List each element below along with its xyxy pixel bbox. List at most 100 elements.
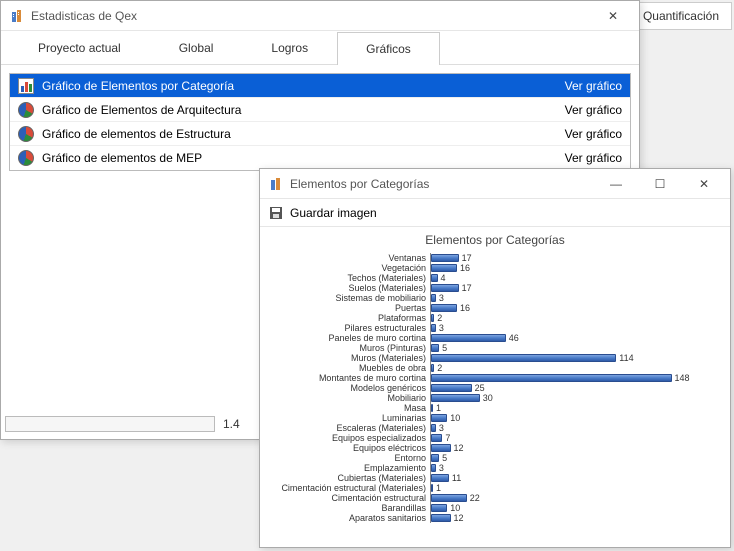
chart-bar bbox=[431, 254, 459, 262]
progress-bar bbox=[5, 416, 215, 432]
chart-bar bbox=[431, 484, 433, 492]
chart-bar bbox=[431, 304, 457, 312]
list-item[interactable]: Gráfico de elementos de EstructuraVer gr… bbox=[10, 122, 630, 146]
chart-category-label: Equipos eléctricos bbox=[268, 443, 430, 453]
maximize-icon: ☐ bbox=[655, 177, 666, 191]
chart-bar bbox=[431, 364, 434, 372]
chart-bar-value: 22 bbox=[470, 493, 480, 503]
chart-bar-row: Equipos eléctricos12 bbox=[268, 443, 722, 453]
close-icon: ✕ bbox=[699, 177, 709, 191]
chart-bar-value: 3 bbox=[439, 293, 444, 303]
chart-bar-row: Modelos genéricos 25 bbox=[268, 383, 722, 393]
tab-logros[interactable]: Logros bbox=[242, 31, 337, 64]
chart-category-label: Luminarias bbox=[268, 413, 430, 423]
chart-title: Elementos por Categorías bbox=[268, 233, 722, 247]
chart-bar bbox=[431, 434, 442, 442]
list-item[interactable]: Gráfico de elementos de MEP Ver gráfico bbox=[10, 146, 630, 170]
app-icon bbox=[268, 176, 284, 192]
close-button[interactable]: ✕ bbox=[591, 1, 635, 31]
chart-category-label: Emplazamiento bbox=[268, 463, 430, 473]
chart-bar-row: Ventanas17 bbox=[268, 253, 722, 263]
chart-bar-value: 3 bbox=[439, 463, 444, 473]
list-item-label: Gráfico de Elementos por Categoría bbox=[42, 79, 549, 93]
chart-bar-row: Suelos (Materiales)17 bbox=[268, 283, 722, 293]
background-tab-label: Quantificación bbox=[643, 9, 719, 23]
chart-bar-row: Luminarias 10 bbox=[268, 413, 722, 423]
chart-bar bbox=[431, 514, 451, 522]
tab-global[interactable]: Global bbox=[150, 31, 243, 64]
chart-bar bbox=[431, 414, 447, 422]
chart-category-label: Plataformas bbox=[268, 313, 430, 323]
bar-chart-icon bbox=[18, 78, 34, 94]
chart-bars: Ventanas17Vegetación16Techos (Materiales… bbox=[268, 253, 722, 523]
chart-bar-row: Cimentación estructural (Materiales)1 bbox=[268, 483, 722, 493]
chart-bar-row: Masa 1 bbox=[268, 403, 722, 413]
chart-bar-value: 1 bbox=[436, 483, 441, 493]
chart-bar bbox=[431, 494, 467, 502]
chart-bar bbox=[431, 474, 449, 482]
chart-bar bbox=[431, 404, 433, 412]
chart-category-label: Puertas bbox=[268, 303, 430, 313]
chart-bar bbox=[431, 444, 451, 452]
chart-bar-value: 1 bbox=[436, 403, 441, 413]
chart-bar-value: 12 bbox=[454, 513, 464, 523]
chart-titlebar: Elementos por Categorías — ☐ ✕ bbox=[260, 169, 730, 199]
chart-category-label: Paneles de muro cortina bbox=[268, 333, 430, 343]
list-item[interactable]: Gráfico de Elementos por Categoría Ver gr… bbox=[10, 74, 630, 98]
chart-bar-row: Cimentación estructural 22 bbox=[268, 493, 722, 503]
chart-category-label: Muros (Pinturas) bbox=[268, 343, 430, 353]
chart-bar-row: Emplazamiento 3 bbox=[268, 463, 722, 473]
chart-category-label: Muros (Materiales) bbox=[268, 353, 430, 363]
chart-category-label: Mobiliario bbox=[268, 393, 430, 403]
chart-bar-value: 148 bbox=[675, 373, 690, 383]
minimize-button[interactable]: — bbox=[594, 169, 638, 199]
chart-category-label: Suelos (Materiales) bbox=[268, 283, 430, 293]
background-tab[interactable]: Quantificación bbox=[630, 2, 732, 30]
list-item[interactable]: Gráfico de Elementos de ArquitecturaVer … bbox=[10, 98, 630, 122]
list-item-label: Gráfico de elementos de MEP bbox=[42, 151, 549, 165]
chart-bar-value: 10 bbox=[450, 503, 460, 513]
chart-category-label: Pilares estructurales bbox=[268, 323, 430, 333]
chart-bar-row: Muros (Materiales)114 bbox=[268, 353, 722, 363]
tab-proyecto-actual[interactable]: Proyecto actual bbox=[9, 31, 150, 64]
close-button[interactable]: ✕ bbox=[682, 169, 726, 199]
chart-bar bbox=[431, 424, 436, 432]
chart-bar bbox=[431, 324, 436, 332]
chart-bar-value: 46 bbox=[509, 333, 519, 343]
chart-category-label: Masa bbox=[268, 403, 430, 413]
chart-bar-value: 10 bbox=[450, 413, 460, 423]
chart-bar bbox=[431, 454, 439, 462]
chart-bar bbox=[431, 374, 672, 382]
chart-bar-row: Paneles de muro cortina 46 bbox=[268, 333, 722, 343]
chart-category-label: Cubiertas (Materiales) bbox=[268, 473, 430, 483]
chart-category-label: Cimentación estructural bbox=[268, 493, 430, 503]
view-chart-link[interactable]: Ver gráfico bbox=[557, 151, 622, 165]
view-chart-link[interactable]: Ver gráfico bbox=[557, 79, 622, 93]
pie-chart-icon bbox=[18, 150, 34, 166]
toolbar: Guardar imagen bbox=[260, 199, 730, 227]
chart-bar-value: 2 bbox=[437, 313, 442, 323]
chart-bar-row: Cubiertas (Materiales)11 bbox=[268, 473, 722, 483]
window-title: Estadisticas de Qex bbox=[31, 9, 137, 23]
chart-bar-value: 16 bbox=[460, 263, 470, 273]
maximize-button[interactable]: ☐ bbox=[638, 169, 682, 199]
tab-gráficos[interactable]: Gráficos bbox=[337, 32, 440, 65]
chart-bar-value: 17 bbox=[462, 253, 472, 263]
chart-bar bbox=[431, 384, 472, 392]
titlebar: Estadisticas de Qex ✕ bbox=[1, 1, 639, 31]
chart-bar-value: 25 bbox=[475, 383, 485, 393]
chart-list: Gráfico de Elementos por Categoría Ver gr… bbox=[9, 73, 631, 171]
save-label[interactable]: Guardar imagen bbox=[290, 206, 377, 220]
chart-bar bbox=[431, 334, 506, 342]
chart-category-label: Modelos genéricos bbox=[268, 383, 430, 393]
app-icon bbox=[9, 8, 25, 24]
chart-bar bbox=[431, 504, 447, 512]
save-icon[interactable] bbox=[268, 205, 284, 221]
tab-bar: Proyecto actualGlobalLogrosGráficos bbox=[1, 31, 639, 65]
chart-bar-value: 3 bbox=[439, 423, 444, 433]
view-chart-link[interactable]: Ver gráfico bbox=[557, 103, 622, 117]
chart-area: Elementos por Categorías Ventanas17Veget… bbox=[260, 227, 730, 527]
view-chart-link[interactable]: Ver gráfico bbox=[557, 127, 622, 141]
chart-bar bbox=[431, 284, 459, 292]
chart-bar-value: 3 bbox=[439, 323, 444, 333]
